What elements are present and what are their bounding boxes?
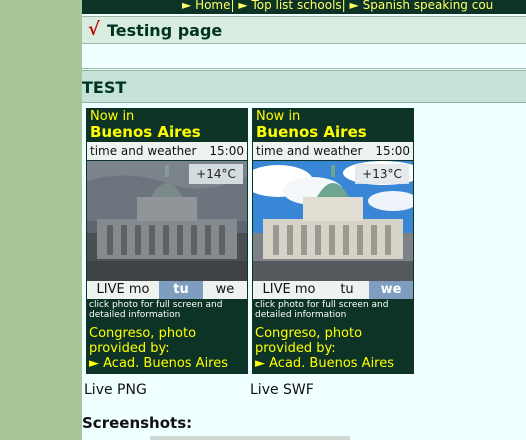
widget-city-name: Buenos Aires: [256, 123, 367, 141]
widget-day-tabs: LIVE mo tu we: [87, 281, 247, 299]
page-title: Testing page: [107, 21, 223, 40]
nav-separator: |: [341, 0, 346, 12]
widget-temperature: +13°C: [355, 164, 409, 184]
widget-time-weather-label: time and weather: [256, 144, 363, 158]
widget-now-in-label: Now in: [256, 109, 301, 124]
spacer-bar: [82, 44, 526, 69]
page-title-bar: √ Testing page: [82, 16, 526, 44]
caption-live-png: Live PNG: [84, 382, 147, 398]
nav-arrow-icon: ►: [182, 0, 192, 12]
widget-time-weather-label: time and weather: [90, 144, 197, 158]
day-tab-tu[interactable]: tu: [325, 281, 369, 299]
day-tab-tu[interactable]: tu: [159, 281, 203, 299]
widget-time-value: 15:00: [209, 144, 244, 158]
day-tab-we[interactable]: we: [369, 281, 413, 299]
credit-line-2: provided by:: [89, 341, 170, 356]
credit-link-acad[interactable]: ► Acad. Buenos Aires: [89, 356, 228, 371]
widget-photo-credit: Congreso, photo provided by: ► Acad. Bue…: [255, 326, 394, 371]
widget-click-hint: click photo for full screen and detailed…: [255, 300, 389, 320]
nav-separator: |: [230, 0, 235, 12]
nav-link-home[interactable]: Home: [195, 0, 230, 12]
credit-line-1: Congreso, photo: [255, 326, 363, 341]
credit-line-2: provided by:: [255, 341, 336, 356]
credit-line-1: Congreso, photo: [89, 326, 197, 341]
nav-link-top-list-schools[interactable]: Top list schools: [251, 0, 341, 12]
day-tab-we[interactable]: we: [203, 281, 247, 299]
widget-time-value: 15:00: [375, 144, 410, 158]
caption-live-swf: Live SWF: [250, 382, 314, 398]
widget-city-name: Buenos Aires: [90, 123, 201, 141]
screenshots-heading: Screenshots:: [82, 414, 193, 432]
section-title: TEST: [82, 78, 127, 97]
widget-time-bar: time and weather 15:00: [253, 142, 413, 160]
day-tab-live-mo[interactable]: LIVE mo: [253, 281, 325, 299]
nav-arrow-icon: ►: [238, 0, 248, 12]
section-header: TEST: [82, 70, 526, 103]
page-content: ► Home| ► Top list schools| ► Spanish sp…: [82, 0, 526, 440]
widget-now-in-label: Now in: [90, 109, 135, 124]
weather-widget-swf[interactable]: Now in Buenos Aires time and weather 15:…: [252, 108, 414, 374]
widget-day-tabs: LIVE mo tu we: [253, 281, 413, 299]
widget-photo-credit: Congreso, photo provided by: ► Acad. Bue…: [89, 326, 228, 371]
credit-link-acad[interactable]: ► Acad. Buenos Aires: [255, 356, 394, 371]
nav-link-spanish-speaking[interactable]: Spanish speaking cou: [363, 0, 494, 12]
widget-time-bar: time and weather 15:00: [87, 142, 247, 160]
day-tab-live-mo[interactable]: LIVE mo: [87, 281, 159, 299]
widget-temperature: +14°C: [189, 164, 243, 184]
screenshot-preview-edge: [150, 436, 350, 440]
widget-click-hint: click photo for full screen and detailed…: [89, 300, 223, 320]
nav-arrow-icon: ►: [349, 0, 359, 12]
top-navigation: ► Home| ► Top list schools| ► Spanish sp…: [82, 0, 526, 14]
weather-widget-png[interactable]: Now in Buenos Aires time and weather 15:…: [86, 108, 248, 374]
widget-photo[interactable]: +14°C: [87, 161, 247, 281]
check-mark-icon: √: [88, 19, 100, 40]
widget-photo[interactable]: +13°C: [253, 161, 413, 281]
